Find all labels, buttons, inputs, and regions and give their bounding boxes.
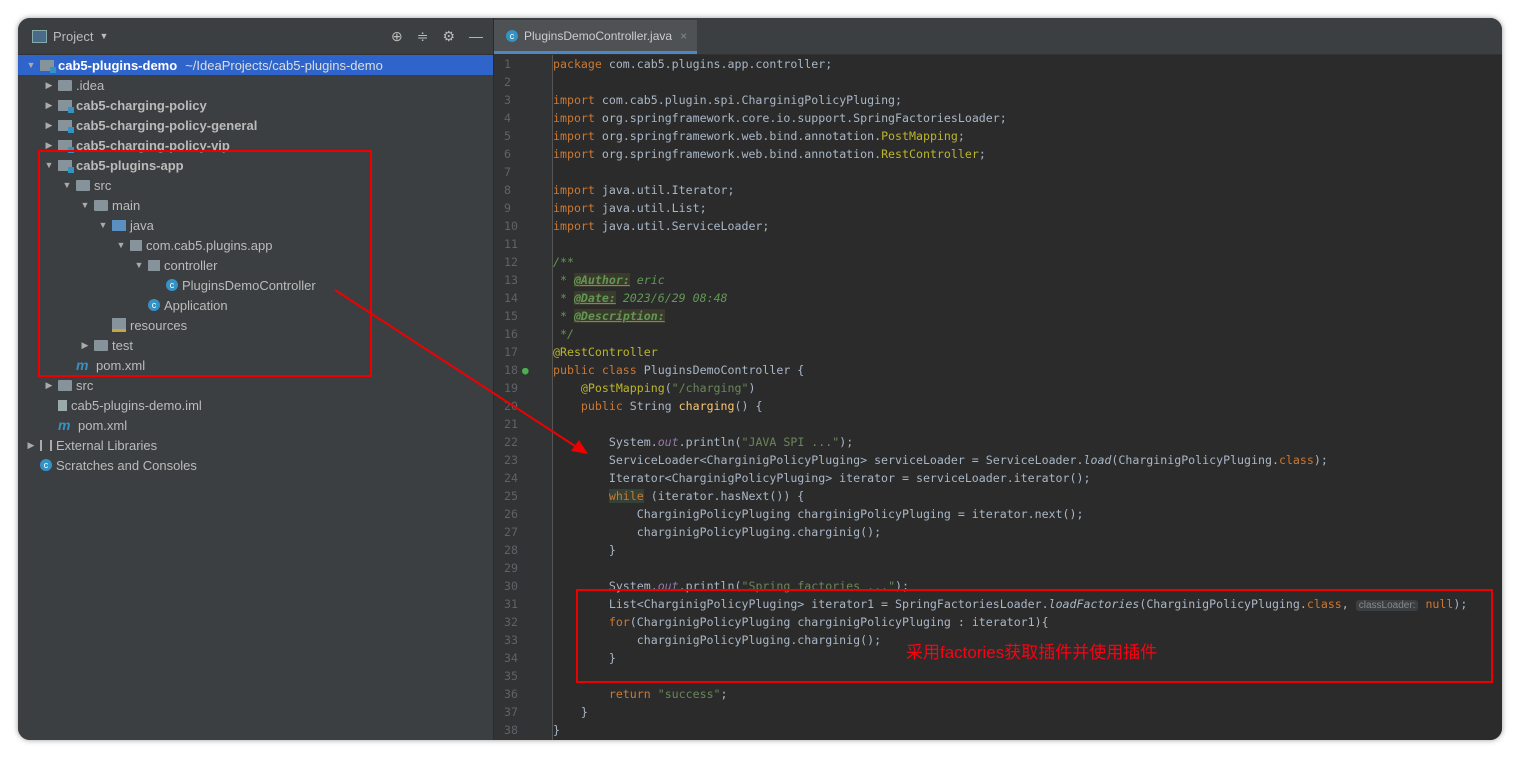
annotation-arrow	[334, 289, 588, 454]
annotation-text: 采用factories获取插件并使用插件	[906, 643, 1158, 662]
arrow-head	[571, 440, 588, 454]
arrow-line	[334, 289, 579, 449]
